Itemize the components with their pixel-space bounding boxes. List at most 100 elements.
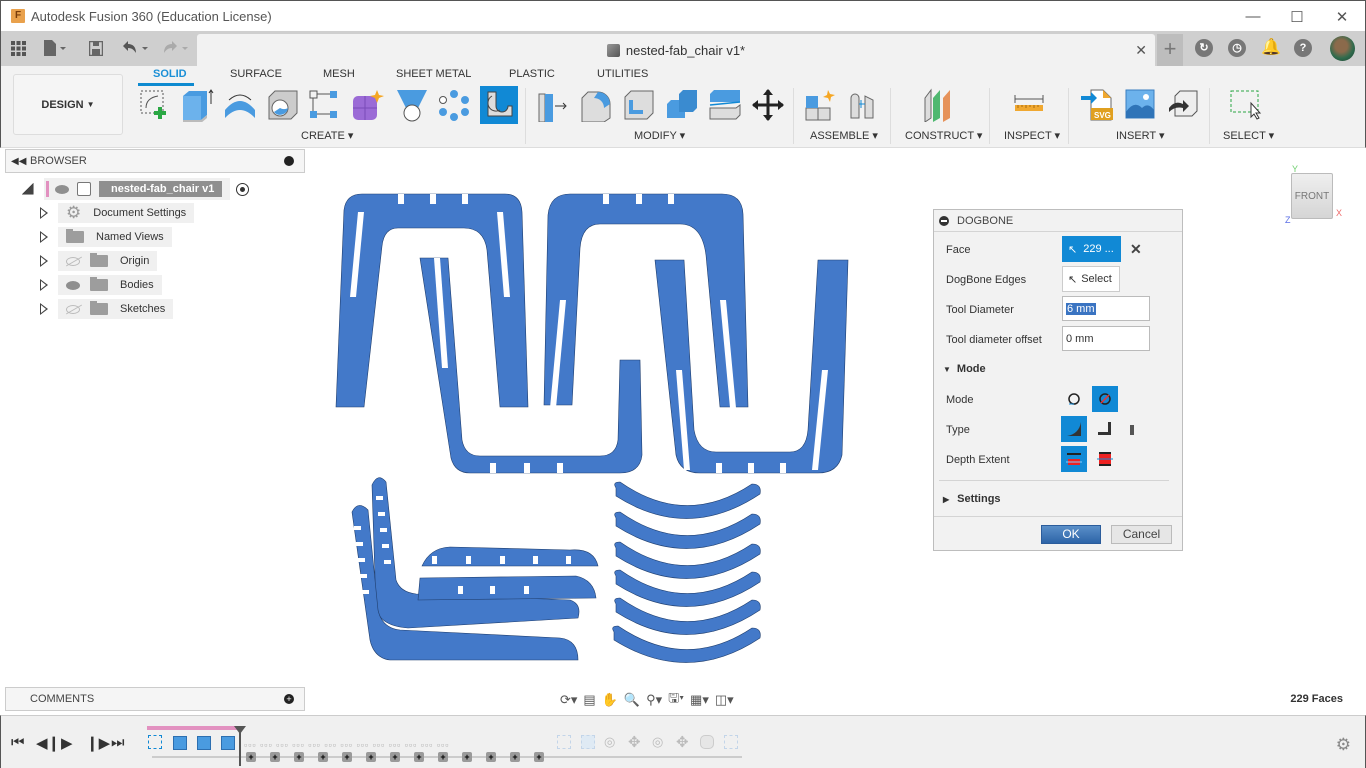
new-component-button[interactable]	[804, 88, 838, 122]
expand-triangle-icon[interactable]	[40, 279, 48, 291]
tab-surface[interactable]: SURFACE	[230, 68, 282, 80]
step-back-icon[interactable]: ◀❙	[36, 734, 60, 752]
circular-pattern-button[interactable]	[437, 88, 471, 122]
expanded-triangle-icon[interactable]	[22, 183, 34, 195]
mode-section-toggle[interactable]: ▼ Mode	[943, 363, 986, 375]
expand-group-icon[interactable]: +	[534, 752, 544, 762]
suppressed-move-icon[interactable]: ✥	[676, 733, 689, 751]
extrude-feature-icon[interactable]	[173, 736, 187, 750]
minimize-button[interactable]: —	[1230, 1, 1276, 32]
fillet-button[interactable]	[579, 88, 613, 123]
undo-icon[interactable]	[121, 39, 151, 57]
root-component-name[interactable]: nested-fab_chair v1	[99, 181, 223, 197]
display-settings-icon[interactable]: 🖫▾	[668, 689, 684, 711]
browser-root-item[interactable]: nested-fab_chair v1	[22, 178, 250, 200]
new-tab-plus-icon[interactable]: +	[1157, 34, 1183, 66]
browser-item-document-settings[interactable]: ⚙ Document Settings	[40, 202, 195, 224]
redo-icon[interactable]	[161, 39, 191, 57]
expand-group-icon[interactable]: +	[318, 752, 328, 762]
suppressed-move-icon[interactable]: ✥	[628, 733, 641, 751]
suppressed-align-icon[interactable]: ◎	[652, 734, 663, 750]
tab-mesh[interactable]: MESH	[323, 68, 355, 80]
extrude-feature-icon[interactable]	[197, 736, 211, 750]
file-menu-icon[interactable]	[43, 39, 67, 57]
expand-group-icon[interactable]: +	[438, 752, 448, 762]
close-button[interactable]: ✕	[1319, 1, 1365, 32]
maximize-button[interactable]: ☐	[1274, 1, 1320, 32]
dogbone-addin-button[interactable]	[480, 86, 518, 124]
expand-group-icon[interactable]: +	[342, 752, 352, 762]
viewports-icon[interactable]: ◫▾	[715, 692, 734, 708]
browser-item-bodies[interactable]: Bodies	[40, 274, 162, 296]
job-status-icon[interactable]: ↻	[1195, 39, 1213, 57]
rectangular-pattern-button[interactable]	[308, 88, 342, 122]
look-at-icon[interactable]: ▤	[583, 692, 595, 708]
suppressed-align-icon[interactable]: ◎	[604, 734, 615, 750]
press-pull-button[interactable]	[537, 88, 571, 123]
visibility-eye-icon[interactable]	[66, 280, 80, 290]
timeline-marker[interactable]	[234, 726, 246, 766]
offset-plane-button[interactable]	[923, 88, 957, 123]
feature-group-icon[interactable]: ▫▫▫ ▫▫▫ ▫▫▫ ▫▫▫ ▫▫▫ ▫▫▫ ▫▫▫ ▫▫▫ ▫▫▫ ▫▫▫ …	[244, 740, 449, 750]
expand-triangle-icon[interactable]	[40, 255, 48, 267]
type-minimal-button[interactable]	[1092, 416, 1118, 442]
browser-minimize-icon[interactable]	[284, 156, 294, 166]
tab-solid[interactable]: SOLID	[153, 68, 187, 80]
expand-triangle-icon[interactable]	[40, 231, 48, 243]
extrude-button[interactable]	[181, 88, 215, 123]
expand-group-icon[interactable]: +	[270, 752, 280, 762]
select-group-label[interactable]: SELECT ▾	[1223, 129, 1274, 142]
face-selection-button[interactable]: ↖ 229 ...	[1062, 236, 1121, 262]
browser-item-sketches[interactable]: Sketches	[40, 298, 174, 320]
expand-group-icon[interactable]: +	[462, 752, 472, 762]
collapse-browser-icon[interactable]: ◀◀	[11, 156, 26, 167]
joint-button[interactable]	[847, 88, 881, 122]
browser-item-origin[interactable]: Origin	[40, 250, 158, 272]
tool-diameter-offset-input[interactable]: 0 mm	[1062, 326, 1150, 351]
close-tab-icon[interactable]: ✕	[1135, 42, 1147, 59]
pan-hand-icon[interactable]: ✋	[602, 692, 618, 708]
expand-group-icon[interactable]: +	[390, 752, 400, 762]
assemble-group-label[interactable]: ASSEMBLE ▾	[810, 129, 878, 142]
expand-triangle-icon[interactable]	[40, 303, 48, 315]
add-comment-icon[interactable]: +	[284, 694, 294, 704]
settings-section-toggle[interactable]: ▶ Settings	[943, 493, 1001, 505]
tab-plastic[interactable]: PLASTIC	[509, 68, 555, 80]
extrude-feature-icon[interactable]	[221, 736, 235, 750]
sketch-feature-icon[interactable]	[148, 735, 162, 749]
construct-group-label[interactable]: CONSTRUCT ▾	[905, 129, 982, 142]
inspect-group-label[interactable]: INSPECT ▾	[1004, 129, 1060, 142]
notifications-bell-icon[interactable]: 🔔	[1261, 39, 1281, 57]
mode-normal-button[interactable]	[1061, 386, 1087, 412]
hole-button[interactable]	[266, 88, 300, 122]
insert-group-label[interactable]: INSERT ▾	[1116, 129, 1165, 142]
edges-select-button[interactable]: ↖ Select	[1062, 266, 1120, 292]
timeline-settings-gear-icon[interactable]: ⚙	[1336, 735, 1351, 755]
visibility-hidden-icon[interactable]	[66, 304, 80, 314]
create-sketch-button[interactable]	[138, 88, 172, 122]
mode-minimal-button[interactable]	[1092, 386, 1118, 412]
suppressed-extrude-icon[interactable]	[581, 735, 595, 749]
depth-full-button[interactable]	[1092, 446, 1118, 472]
expand-group-icon[interactable]: +	[246, 752, 256, 762]
shell-button[interactable]	[622, 88, 656, 122]
go-to-end-icon[interactable]: ⏭	[111, 734, 125, 751]
orbit-icon[interactable]: ⟳▾	[560, 692, 577, 708]
insert-mesh-button[interactable]	[1167, 88, 1201, 122]
insert-svg-button[interactable]: SVG	[1081, 88, 1115, 122]
ok-button[interactable]: OK	[1041, 525, 1101, 544]
browser-panel-header[interactable]: ◀◀ BROWSER	[5, 149, 305, 173]
browser-item-named-views[interactable]: Named Views	[40, 226, 172, 248]
go-to-start-icon[interactable]: ⏮	[11, 734, 25, 751]
comments-panel-header[interactable]: COMMENTS +	[5, 687, 305, 711]
history-clock-icon[interactable]: ◷	[1228, 39, 1246, 57]
create-group-label[interactable]: CREATE ▾	[301, 129, 353, 142]
expand-group-icon[interactable]: +	[486, 752, 496, 762]
visibility-hidden-icon[interactable]	[66, 256, 80, 266]
document-tab[interactable]: nested-fab_chair v1* ✕	[197, 34, 1155, 66]
modify-group-label[interactable]: MODIFY ▾	[634, 129, 685, 142]
zoom-icon[interactable]: 🔍	[624, 692, 640, 708]
suppressed-sketch-icon[interactable]	[557, 735, 571, 749]
tool-diameter-input[interactable]: 6 mm	[1062, 296, 1150, 321]
loft-button[interactable]	[395, 88, 429, 122]
